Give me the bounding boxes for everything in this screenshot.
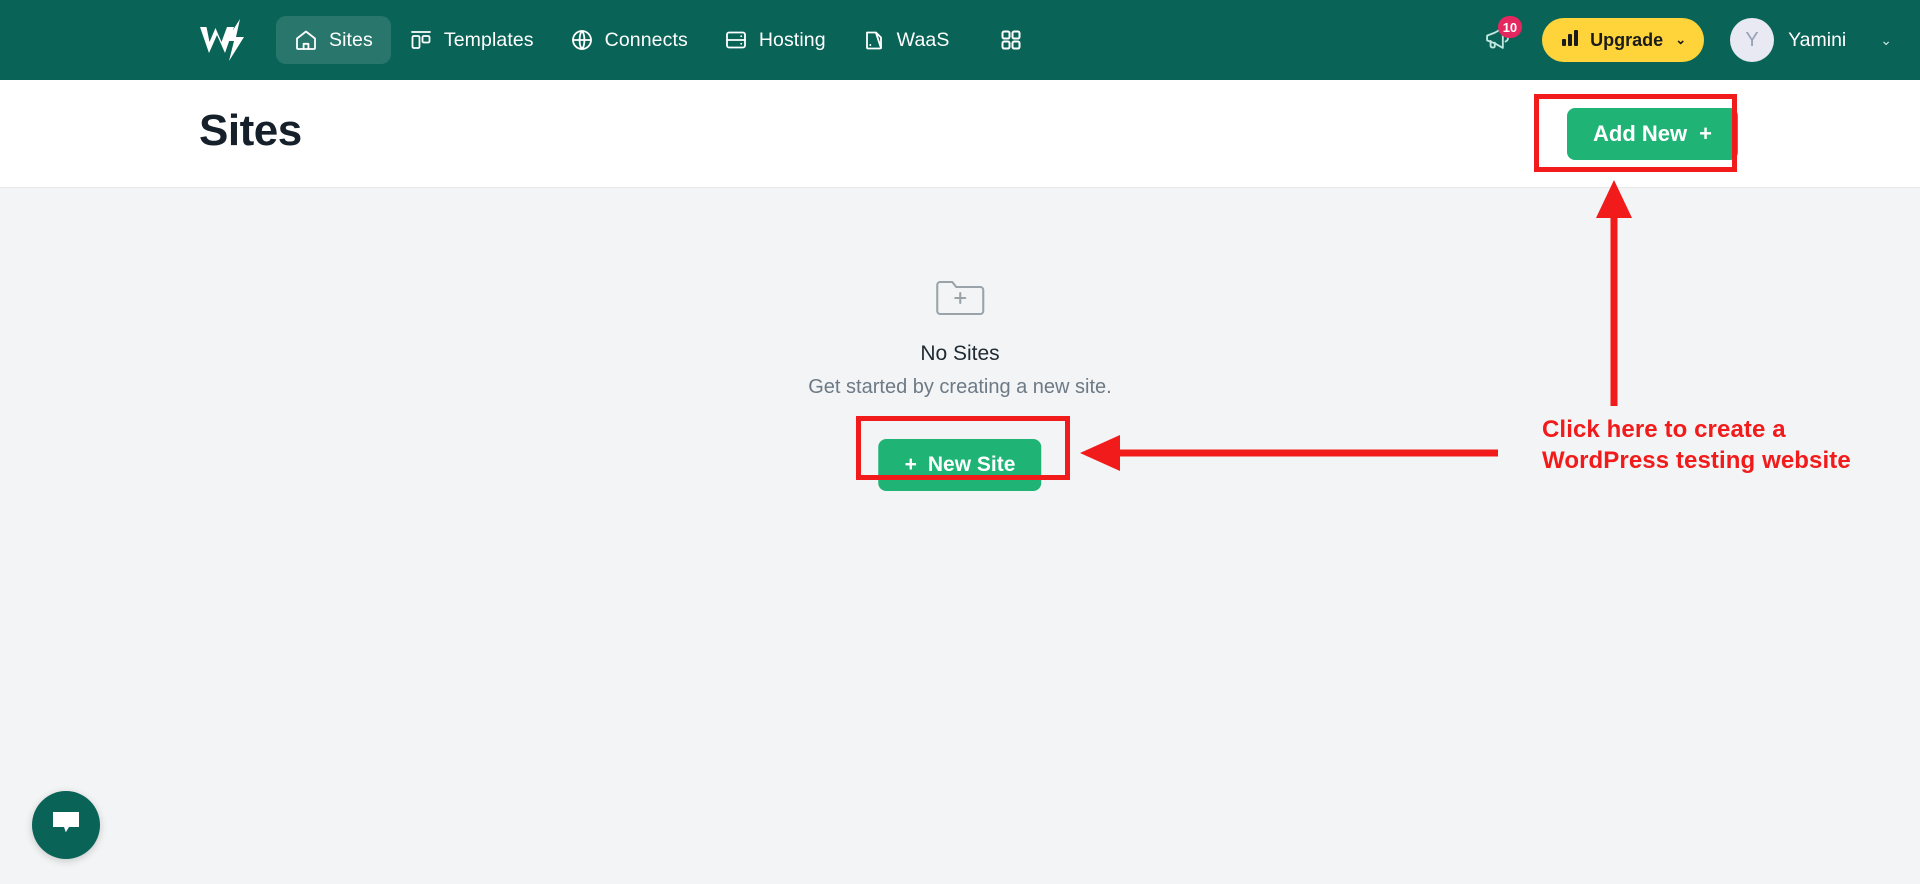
- nav-item-label: Connects: [604, 28, 688, 51]
- chevron-down-icon: ⌄: [1880, 31, 1892, 48]
- bar-chart-icon: [1560, 28, 1580, 53]
- nav-item-waas[interactable]: WaaS: [844, 16, 968, 64]
- templates-icon: [409, 28, 433, 52]
- chat-widget-button[interactable]: [32, 791, 100, 859]
- user-name-label: Yamini: [1788, 28, 1847, 51]
- empty-state: No Sites Get started by creating a new s…: [808, 274, 1112, 491]
- page-header: Sites Add New +: [0, 80, 1920, 188]
- nav-item-hosting[interactable]: Hosting: [706, 16, 844, 64]
- plus-icon: +: [904, 453, 917, 476]
- nav-item-label: Templates: [443, 28, 534, 51]
- navbar-right-cluster: 10 Upgrade ⌄ Y Yamini ⌄: [1474, 16, 1892, 63]
- new-site-button[interactable]: + New Site: [878, 439, 1042, 491]
- nav-item-label: Hosting: [758, 28, 826, 51]
- plus-icon: +: [1699, 121, 1712, 146]
- announcements-button[interactable]: 10: [1474, 16, 1523, 63]
- nav-item-templates[interactable]: Templates: [391, 16, 552, 64]
- server-icon: [724, 28, 748, 52]
- folder-plus-icon: [934, 274, 986, 318]
- wpeka-w-logo[interactable]: [196, 17, 258, 63]
- nav-item-sites[interactable]: Sites: [276, 16, 391, 64]
- notification-badge: 10: [1497, 16, 1523, 38]
- home-icon: [294, 28, 318, 52]
- avatar: Y: [1730, 18, 1775, 62]
- add-new-button[interactable]: Add New +: [1567, 108, 1738, 160]
- new-site-label: New Site: [927, 453, 1016, 476]
- globe-icon: [570, 28, 594, 52]
- empty-state-subtitle: Get started by creating a new site.: [808, 376, 1112, 398]
- nav-item-list: Sites Templates Connects Hosting WaaS: [276, 16, 1033, 64]
- nav-item-label: Sites: [329, 28, 373, 51]
- top-navigation-bar: Sites Templates Connects Hosting WaaS 10…: [0, 0, 1920, 80]
- chat-bubble-icon: [50, 808, 82, 843]
- grid-apps-icon[interactable]: [989, 18, 1033, 62]
- user-menu[interactable]: Y Yamini ⌄: [1730, 18, 1892, 62]
- add-new-label: Add New: [1593, 121, 1688, 146]
- nav-item-label: WaaS: [896, 28, 950, 51]
- empty-state-title: No Sites: [920, 342, 1000, 365]
- waas-icon: [862, 28, 886, 52]
- app-root: Sites Templates Connects Hosting WaaS 10…: [0, 0, 1920, 884]
- chevron-down-icon: ⌄: [1675, 32, 1687, 47]
- main-content: No Sites Get started by creating a new s…: [0, 189, 1920, 884]
- page-title: Sites: [199, 106, 302, 155]
- upgrade-button[interactable]: Upgrade ⌄: [1542, 18, 1705, 62]
- upgrade-label: Upgrade: [1590, 29, 1664, 50]
- nav-item-connects[interactable]: Connects: [552, 16, 706, 64]
